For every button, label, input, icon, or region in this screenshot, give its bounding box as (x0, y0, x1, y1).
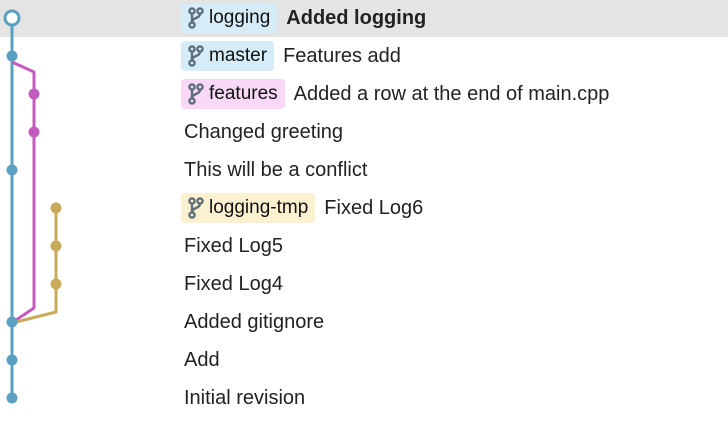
commit-node[interactable] (28, 88, 40, 100)
commit-message: Fixed Log5 (184, 234, 283, 257)
branch-badge[interactable]: master (181, 41, 275, 71)
branch-name: features (209, 83, 278, 104)
commit-message: Initial revision (184, 386, 306, 409)
commit-message: Add (184, 348, 220, 371)
commit-row[interactable]: features Added a row at the end of main.c… (0, 75, 728, 113)
commit-row[interactable]: master Features add (0, 37, 728, 75)
branch-badge[interactable]: features (181, 79, 285, 109)
commit-row[interactable]: This will be a conflict (0, 151, 728, 189)
commit-row[interactable]: Fixed Log4 (0, 265, 728, 303)
commit-row[interactable]: Initial revision (0, 379, 728, 417)
branch-badge[interactable]: logging-tmp (181, 193, 316, 223)
commit-message: Added a row at the end of main.cpp (293, 82, 610, 105)
commit-node[interactable] (6, 316, 18, 328)
commit-node[interactable] (50, 278, 62, 290)
commit-message: Features add (283, 44, 401, 67)
head-commit-node[interactable] (3, 9, 21, 27)
commit-node[interactable] (28, 126, 40, 138)
branch-icon (188, 197, 204, 219)
branch-icon (188, 83, 204, 105)
commit-node[interactable] (6, 164, 18, 176)
logging-tmp-branch-line (15, 208, 58, 324)
commit-row[interactable]: logging-tmp Fixed Log6 (0, 189, 728, 227)
branch-name: logging-tmp (209, 197, 309, 218)
commit-row[interactable]: logging Added logging (0, 0, 728, 37)
branch-icon (188, 7, 204, 29)
commit-row[interactable]: Added gitignore (0, 303, 728, 341)
commit-message: Added logging (286, 6, 427, 29)
branch-name: logging (209, 7, 271, 28)
branch-icon (188, 45, 204, 67)
commit-row[interactable]: Changed greeting (0, 113, 728, 151)
commit-message: Fixed Log4 (184, 272, 283, 295)
commit-row[interactable]: Fixed Log5 (0, 227, 728, 265)
commit-node[interactable] (50, 202, 62, 214)
branch-badge[interactable]: logging (181, 3, 278, 33)
commit-message: Fixed Log6 (324, 196, 424, 219)
commit-message: Changed greeting (184, 120, 344, 143)
commit-message: Added gitignore (184, 310, 325, 333)
commit-graph (3, 9, 62, 404)
branch-name: master (209, 45, 268, 66)
features-branch-line (11, 60, 36, 322)
commit-node[interactable] (50, 240, 62, 252)
commit-message: This will be a conflict (184, 158, 368, 181)
commit-node[interactable] (6, 50, 18, 62)
commit-node[interactable] (6, 392, 18, 404)
commit-node[interactable] (6, 354, 18, 366)
commit-row[interactable]: Add (0, 341, 728, 379)
